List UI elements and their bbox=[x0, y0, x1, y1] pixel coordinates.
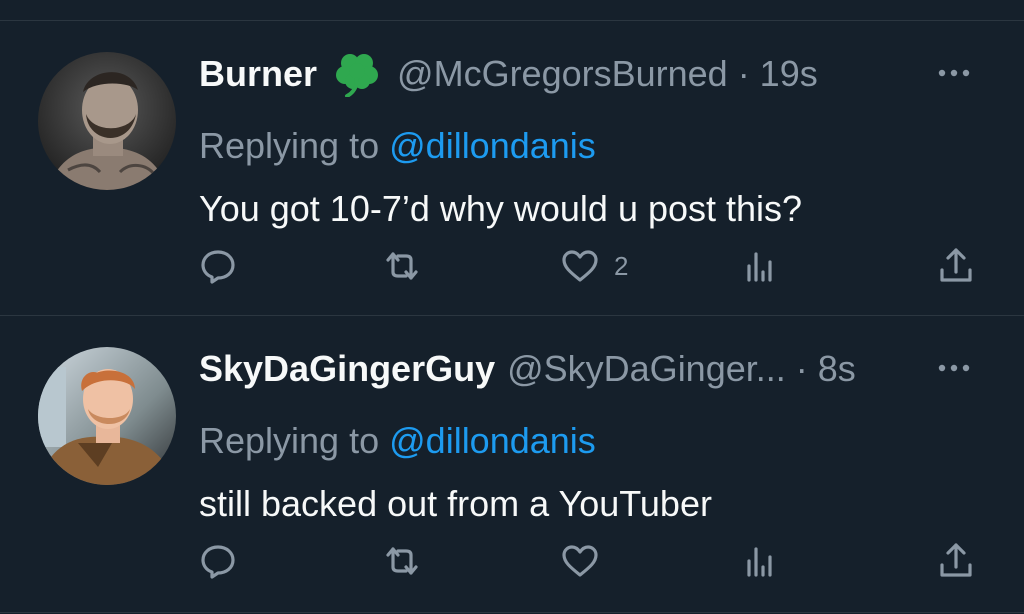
reply-icon bbox=[201, 545, 235, 579]
like-button[interactable] bbox=[560, 539, 614, 583]
replying-to-label: Replying to bbox=[199, 420, 380, 461]
handle-and-timestamp[interactable]: @McGregorsBurned · 19s bbox=[397, 53, 818, 95]
replying-to-mention[interactable]: @dillondanis bbox=[389, 125, 596, 166]
avatar[interactable] bbox=[38, 52, 176, 190]
views-icon bbox=[747, 252, 772, 282]
reply-feed: Burner @McGregorsBurned · 19s Replying t… bbox=[0, 0, 1024, 614]
reply-button[interactable] bbox=[198, 539, 238, 583]
share-icon bbox=[940, 248, 972, 282]
tweet-actions bbox=[0, 539, 1024, 583]
views-button[interactable] bbox=[740, 539, 780, 583]
replying-to-line: Replying to @dillondanis bbox=[199, 125, 596, 167]
like-icon bbox=[562, 545, 598, 577]
like-icon bbox=[562, 250, 598, 282]
tweet[interactable]: SkyDaGingerGuy @SkyDaGinger... · 8s Repl… bbox=[0, 316, 1024, 612]
handle-and-timestamp[interactable]: @SkyDaGinger... · 8s bbox=[507, 348, 856, 390]
views-icon bbox=[747, 547, 772, 577]
retweet-icon bbox=[386, 252, 418, 280]
avatar[interactable] bbox=[38, 347, 176, 485]
tweet-divider bbox=[0, 612, 1024, 613]
retweet-button[interactable] bbox=[382, 539, 422, 583]
share-button[interactable] bbox=[936, 539, 976, 583]
tweet-header: SkyDaGingerGuy @SkyDaGinger... · 8s bbox=[199, 344, 856, 394]
display-name[interactable]: SkyDaGingerGuy bbox=[199, 348, 495, 390]
tweet-text: still backed out from a YouTuber bbox=[199, 483, 712, 524]
tweet-text: You got 10-7’d why would u post this? bbox=[199, 188, 803, 229]
replying-to-line: Replying to @dillondanis bbox=[199, 420, 596, 462]
retweet-icon bbox=[386, 547, 418, 575]
share-button[interactable] bbox=[936, 244, 976, 288]
reply-button[interactable] bbox=[198, 244, 238, 288]
tweet[interactable]: Burner @McGregorsBurned · 19s Replying t… bbox=[0, 21, 1024, 315]
more-icon[interactable] bbox=[934, 61, 974, 85]
share-icon bbox=[940, 543, 972, 577]
tweet-header: Burner @McGregorsBurned · 19s bbox=[199, 49, 818, 99]
more-icon[interactable] bbox=[934, 356, 974, 380]
shamrock-icon bbox=[331, 51, 385, 98]
reply-icon bbox=[201, 250, 235, 284]
views-button[interactable] bbox=[740, 244, 780, 288]
display-name[interactable]: Burner bbox=[199, 53, 317, 95]
like-count: 2 bbox=[614, 250, 629, 281]
retweet-button[interactable] bbox=[382, 244, 422, 288]
replying-to-label: Replying to bbox=[199, 125, 380, 166]
tweet-actions: 2 bbox=[0, 244, 1024, 288]
like-button[interactable]: 2 bbox=[560, 244, 628, 288]
replying-to-mention[interactable]: @dillondanis bbox=[389, 420, 596, 461]
